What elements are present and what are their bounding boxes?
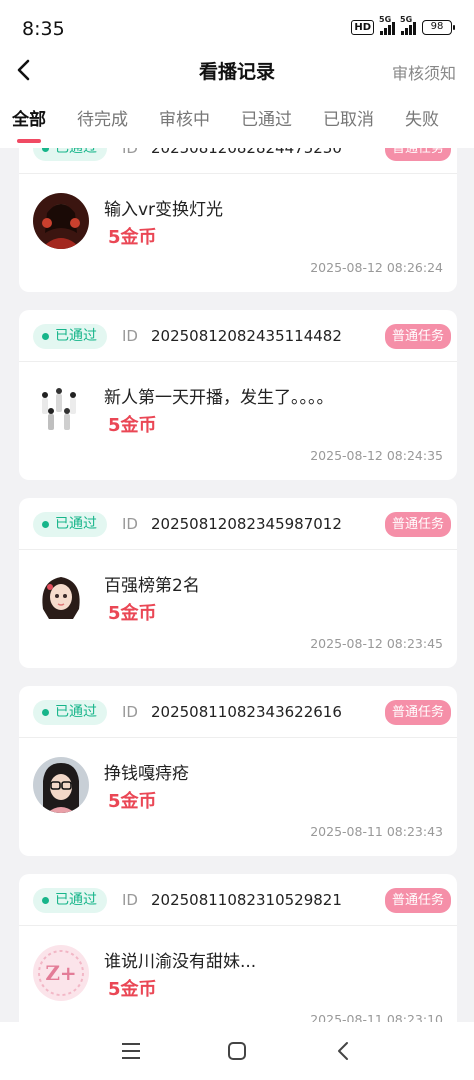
review-notice-link[interactable]: 审核须知 xyxy=(392,60,456,84)
back-nav-button[interactable] xyxy=(331,1039,355,1063)
tab-bar: 全部 待完成 审核中 已通过 已取消 失败 xyxy=(0,94,474,148)
status-badge: 已通过 xyxy=(33,324,107,349)
id-label: ID xyxy=(122,148,138,157)
task-type-badge: 普通任务 xyxy=(384,324,451,349)
reward-amount: 5金币 xyxy=(108,979,157,1000)
status-badge: 已通过 xyxy=(33,512,107,537)
task-type-badge: 普通任务 xyxy=(384,148,451,161)
video-title: 百强榜第2名 xyxy=(104,576,200,596)
video-title: 输入vr变换灯光 xyxy=(104,200,224,220)
record-id: 20250812082435114482 xyxy=(151,327,342,345)
tab-failed[interactable]: 失败 xyxy=(405,97,439,145)
record-id: 20250812082345987012 xyxy=(151,515,342,533)
task-type-badge: 普通任务 xyxy=(384,512,451,537)
tab-all[interactable]: 全部 xyxy=(12,97,46,145)
signal-icon: 5G xyxy=(379,15,395,35)
card-header: 已通过 ID 20250811082343622616 普通任务 xyxy=(19,686,457,738)
timestamp: 2025-08-12 08:26:24 xyxy=(310,260,443,275)
timestamp: 2025-08-12 08:24:35 xyxy=(310,448,443,463)
status-badge: 已通过 xyxy=(33,888,107,913)
status-badge: 已通过 xyxy=(33,700,107,725)
record-card[interactable]: 已通过 ID 20250812082824475230 普通任务 输入vr变换灯… xyxy=(19,148,457,292)
video-title: 谁说川渝没有甜妹... xyxy=(104,952,257,972)
record-id: 20250812082824475230 xyxy=(151,148,342,157)
status-badge: 已通过 xyxy=(33,148,107,161)
card-header: 已通过 ID 20250812082345987012 普通任务 xyxy=(19,498,457,550)
timestamp: 2025-08-12 08:23:45 xyxy=(310,636,443,651)
reward-amount: 5金币 xyxy=(108,227,157,248)
id-label: ID xyxy=(122,515,138,533)
record-card[interactable]: 已通过 ID 20250812082345987012 普通任务 百强榜第2名 … xyxy=(19,498,457,668)
hd-icon: HD xyxy=(351,20,374,35)
avatar xyxy=(33,381,89,437)
record-card[interactable]: 已通过 ID 20250811082343622616 普通任务 挣钱嘎痔疮 5… xyxy=(19,686,457,856)
reward-amount: 5金币 xyxy=(108,603,157,624)
tab-pending[interactable]: 待完成 xyxy=(77,97,128,145)
tab-approved[interactable]: 已通过 xyxy=(241,97,292,145)
id-label: ID xyxy=(122,703,138,721)
record-card[interactable]: 已通过 ID 20250812082435114482 普通任务 新人第一天开播… xyxy=(19,310,457,480)
video-title: 新人第一天开播，发生了。。。。 xyxy=(104,388,334,408)
timestamp: 2025-08-11 08:23:43 xyxy=(310,824,443,839)
back-icon xyxy=(338,1042,348,1060)
header: 看播记录 审核须知 xyxy=(0,48,474,94)
home-icon xyxy=(228,1042,246,1060)
status-icons: HD 5G 5G 98 xyxy=(351,15,455,35)
tab-reviewing[interactable]: 审核中 xyxy=(159,97,210,145)
reward-amount: 5金币 xyxy=(108,791,157,812)
avatar xyxy=(33,193,89,249)
task-type-badge: 普通任务 xyxy=(384,700,451,725)
task-type-badge: 普通任务 xyxy=(384,888,451,913)
record-id: 20250811082343622616 xyxy=(151,703,342,721)
menu-icon xyxy=(122,1043,140,1059)
signal-icon-2: 5G xyxy=(400,15,416,35)
home-button[interactable] xyxy=(225,1039,249,1063)
id-label: ID xyxy=(122,891,138,909)
status-time: 8:35 xyxy=(22,18,65,40)
card-header: 已通过 ID 20250811082310529821 普通任务 xyxy=(19,874,457,926)
system-nav-bar xyxy=(0,1022,474,1080)
record-list[interactable]: 已通过 ID 20250812082824475230 普通任务 输入vr变换灯… xyxy=(0,148,474,1022)
avatar: Z+ xyxy=(33,945,89,1001)
video-title: 挣钱嘎痔疮 xyxy=(104,764,189,784)
battery-icon: 98 xyxy=(422,20,455,35)
tab-cancelled[interactable]: 已取消 xyxy=(323,97,374,145)
card-header: 已通过 ID 20250812082824475230 普通任务 xyxy=(19,148,457,174)
avatar xyxy=(33,569,89,625)
card-header: 已通过 ID 20250812082435114482 普通任务 xyxy=(19,310,457,362)
timestamp: 2025-08-11 08:23:10 xyxy=(310,1012,443,1022)
record-id: 20250811082310529821 xyxy=(151,891,342,909)
record-card[interactable]: 已通过 ID 20250811082310529821 普通任务 Z+ 谁说川渝… xyxy=(19,874,457,1022)
svg-text:Z+: Z+ xyxy=(45,961,76,985)
menu-button[interactable] xyxy=(119,1039,143,1063)
id-label: ID xyxy=(122,327,138,345)
avatar xyxy=(33,757,89,813)
reward-amount: 5金币 xyxy=(108,415,157,436)
